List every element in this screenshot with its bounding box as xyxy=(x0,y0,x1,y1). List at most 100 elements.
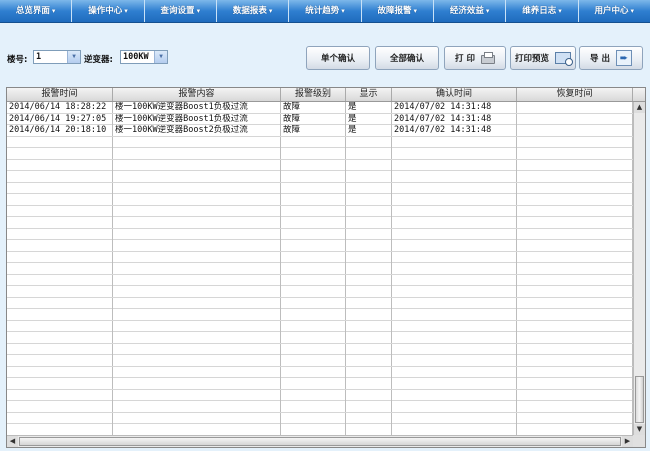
print-button[interactable]: 打 印 xyxy=(444,46,506,70)
menu-maintenance-log[interactable]: 维养日志 ▾ xyxy=(506,0,579,22)
cell-confirm-time: 2014/07/02 14:31:48 xyxy=(392,102,517,113)
scroll-up-icon[interactable]: ▲ xyxy=(634,102,645,113)
alarm-table: 报警时间 报警内容 报警级别 显示 确认时间 恢复时间 2014/06/14 1… xyxy=(6,87,646,448)
horizontal-scroll-thumb[interactable] xyxy=(19,437,621,446)
menu-overview[interactable]: 总览界面 ▾ xyxy=(0,0,73,22)
vertical-scroll-thumb[interactable] xyxy=(635,376,644,423)
empty-cell xyxy=(281,389,346,401)
menu-economic-benefit[interactable]: 经济效益 ▾ xyxy=(434,0,507,22)
empty-cell xyxy=(281,240,346,251)
empty-table-row xyxy=(7,378,633,390)
empty-cell xyxy=(517,309,633,320)
chevron-down-icon[interactable]: ▼ xyxy=(154,51,167,63)
scroll-down-icon[interactable]: ▼ xyxy=(634,424,645,435)
empty-cell xyxy=(517,286,633,297)
print-preview-button[interactable]: 打印预览 xyxy=(510,46,576,70)
empty-cell xyxy=(7,228,113,240)
cell-recovery-time xyxy=(517,125,633,136)
column-header-recovery-time[interactable]: 恢复时间 xyxy=(517,88,633,101)
empty-cell xyxy=(392,251,517,263)
empty-cell xyxy=(113,309,281,320)
empty-cell xyxy=(7,159,113,171)
empty-cell xyxy=(281,274,346,286)
empty-cell xyxy=(346,355,392,366)
empty-cell xyxy=(517,355,633,366)
column-header-alarm-level[interactable]: 报警级别 xyxy=(281,88,346,101)
table-row[interactable]: 2014/06/14 20:18:10 楼一100KW逆变器Boost2负极过流… xyxy=(7,125,633,137)
print-preview-icon xyxy=(555,52,573,66)
empty-cell xyxy=(346,171,392,182)
menu-statistics-trends[interactable]: 统计趋势 ▾ xyxy=(289,0,362,22)
empty-cell xyxy=(346,389,392,401)
column-header-display[interactable]: 显示 xyxy=(346,88,392,101)
toolbar: 楼号: 1 ▼ 逆变器: 100KW ▼ 单个确认 全部确认 打 印 打印预览 … xyxy=(0,44,650,74)
menu-label: 故障报警 xyxy=(377,6,412,16)
building-select[interactable]: 1 ▼ xyxy=(33,50,81,64)
empty-cell xyxy=(7,194,113,205)
column-header-alarm-time[interactable]: 报警时间 xyxy=(7,88,113,101)
empty-cell xyxy=(392,274,517,286)
empty-cell xyxy=(113,366,281,378)
inverter-select[interactable]: 100KW ▼ xyxy=(120,50,168,64)
empty-cell xyxy=(113,424,281,435)
empty-cell xyxy=(346,366,392,378)
empty-table-row xyxy=(7,412,633,424)
empty-cell xyxy=(113,343,281,355)
export-arrow-icon: ➨ xyxy=(615,50,632,66)
menu-data-reports[interactable]: 数据报表 ▾ xyxy=(217,0,290,22)
empty-cell xyxy=(281,343,346,355)
table-row[interactable]: 2014/06/14 19:27:05 楼一100KW逆变器Boost1负极过流… xyxy=(7,113,633,125)
empty-cell xyxy=(346,194,392,205)
cell-confirm-time: 2014/07/02 14:31:48 xyxy=(392,125,517,136)
empty-table-row xyxy=(7,171,633,183)
menu-fault-alarm[interactable]: 故障报警 ▾ xyxy=(362,0,434,22)
empty-cell xyxy=(113,378,281,389)
empty-cell xyxy=(7,171,113,182)
empty-cell xyxy=(346,228,392,240)
confirm-single-button[interactable]: 单个确认 xyxy=(306,46,370,70)
scroll-corner xyxy=(633,435,645,447)
column-header-confirm-time[interactable]: 确认时间 xyxy=(392,88,517,101)
empty-cell xyxy=(392,320,517,332)
scroll-left-icon[interactable]: ◀ xyxy=(7,436,18,447)
print-preview-label: 打印预览 xyxy=(514,54,549,64)
empty-cell xyxy=(517,228,633,240)
menu-query-settings[interactable]: 查询设置 ▾ xyxy=(145,0,217,22)
empty-cell xyxy=(113,205,281,217)
chevron-down-icon[interactable]: ▼ xyxy=(67,51,80,63)
empty-cell xyxy=(7,366,113,378)
empty-table-row xyxy=(7,401,633,413)
empty-cell xyxy=(113,171,281,182)
scroll-right-icon[interactable]: ▶ xyxy=(622,436,633,447)
column-header-alarm-content[interactable]: 报警内容 xyxy=(113,88,281,101)
confirm-all-button[interactable]: 全部确认 xyxy=(375,46,439,70)
empty-table-row xyxy=(7,343,633,355)
menu-operation-center[interactable]: 操作中心 ▾ xyxy=(72,0,145,22)
empty-cell xyxy=(517,297,633,309)
vertical-scrollbar[interactable]: ▲ ▼ xyxy=(633,102,645,435)
menu-label: 总览界面 xyxy=(15,6,50,16)
empty-cell xyxy=(281,366,346,378)
empty-cell xyxy=(113,389,281,401)
empty-cell xyxy=(7,309,113,320)
empty-cell xyxy=(7,320,113,332)
empty-table-row xyxy=(7,136,633,148)
empty-cell xyxy=(113,251,281,263)
empty-rows xyxy=(7,136,633,436)
inverter-label: 逆变器: xyxy=(84,55,113,65)
empty-cell xyxy=(517,343,633,355)
empty-cell xyxy=(281,412,346,424)
empty-cell xyxy=(346,148,392,159)
empty-cell xyxy=(392,355,517,366)
export-button[interactable]: 导 出 ➨ xyxy=(579,46,643,70)
empty-cell xyxy=(392,309,517,320)
menu-user-center[interactable]: 用户中心 ▾ xyxy=(579,0,650,22)
chevron-down-icon: ▾ xyxy=(558,7,562,15)
cell-alarm-content: 楼一100KW逆变器Boost1负极过流 xyxy=(113,113,281,125)
horizontal-scrollbar[interactable]: ◀ ▶ xyxy=(7,435,633,447)
table-row[interactable]: 2014/06/14 18:28:22 楼一100KW逆变器Boost1负极过流… xyxy=(7,102,633,114)
empty-cell xyxy=(517,389,633,401)
empty-table-row xyxy=(7,159,633,171)
empty-cell xyxy=(7,355,113,366)
empty-cell xyxy=(392,182,517,194)
